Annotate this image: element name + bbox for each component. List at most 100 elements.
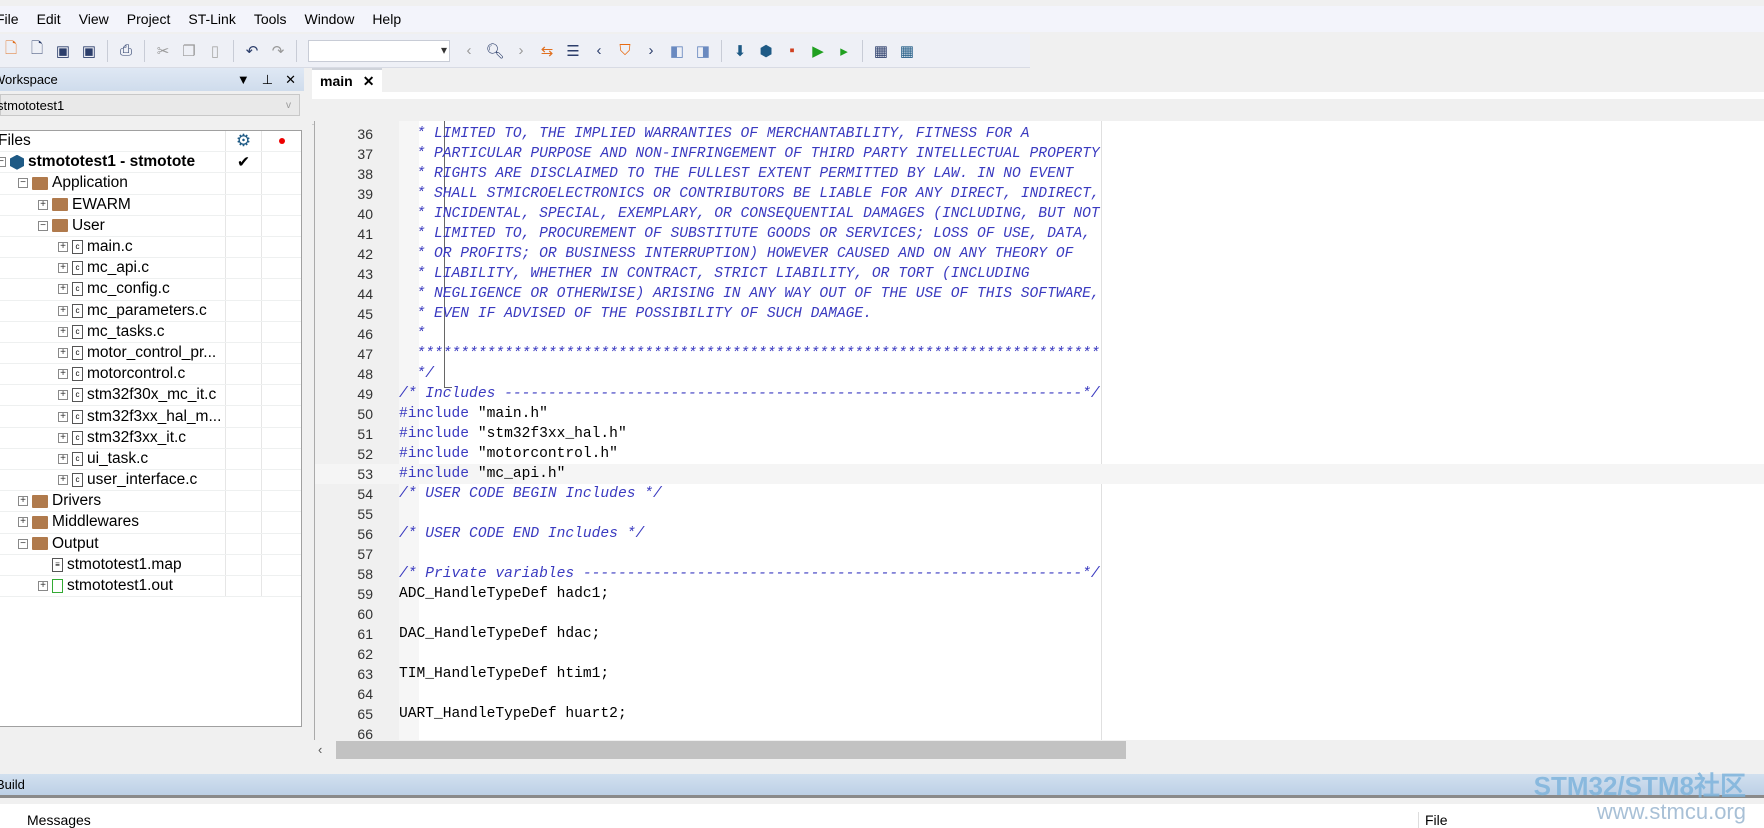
code-line[interactable]: 55 — [315, 504, 1764, 524]
menu-st-link[interactable]: ST-Link — [179, 11, 244, 27]
column-file[interactable]: File — [1418, 812, 1448, 828]
layout-icon[interactable]: ▦ — [870, 40, 892, 62]
close-tab-icon[interactable]: ✕ — [363, 73, 375, 90]
code-line[interactable]: 53 #include "mc_api.h" — [315, 464, 1764, 484]
code-line[interactable]: 48 */ — [315, 364, 1764, 384]
new-file-icon[interactable]: 🗋 — [0, 40, 22, 62]
tree-item[interactable]: − stmototest1 - stmotote ✔ — [0, 152, 301, 174]
make-icon[interactable]: ⬢ — [755, 40, 777, 62]
code-line[interactable]: 43 * LIABILITY, WHETHER IN CONTRACT, STR… — [315, 264, 1764, 284]
tree-item[interactable]: + c stm32f3xx_hal_m... — [0, 406, 301, 428]
nav-forward-icon[interactable]: ◨ — [692, 40, 714, 62]
code-line[interactable]: 54 /* USER CODE BEGIN Includes */ — [315, 484, 1764, 504]
expand-icon[interactable]: + — [58, 432, 68, 443]
collapse-icon[interactable]: − — [0, 157, 6, 168]
code-line[interactable]: 47 *************************************… — [315, 344, 1764, 364]
code-line[interactable]: 59 ADC_HandleTypeDef hadc1; — [315, 584, 1764, 604]
tree-item[interactable]: − User — [0, 215, 301, 237]
expand-icon[interactable]: + — [58, 263, 68, 274]
copy-icon[interactable]: ❐ — [178, 40, 200, 62]
save-icon[interactable]: ▣ — [52, 40, 74, 62]
scrollbar-thumb[interactable] — [336, 741, 1126, 759]
goto-line-icon[interactable]: ☰ — [562, 40, 584, 62]
close-icon[interactable]: ✕ — [285, 72, 296, 88]
expand-icon[interactable]: + — [58, 242, 68, 253]
paste-icon[interactable]: ▯ — [204, 40, 226, 62]
code-line[interactable]: 40 * INCIDENTAL, SPECIAL, EXEMPLARY, OR … — [315, 204, 1764, 224]
tree-item[interactable]: − Application — [0, 173, 301, 195]
menu-file[interactable]: File — [0, 11, 28, 27]
swap-icon[interactable]: ⇆ — [536, 40, 558, 62]
search-icon[interactable]: 🔍︎ — [484, 40, 506, 62]
tree-item[interactable]: ≡ stmototest1.map — [0, 554, 301, 576]
code-line[interactable]: 44 * NEGLIGENCE OR OTHERWISE) ARISING IN… — [315, 284, 1764, 304]
print-icon[interactable]: ⎙ — [115, 40, 137, 62]
collapse-icon[interactable]: − — [18, 178, 28, 189]
tree-item[interactable]: + Drivers — [0, 491, 301, 513]
menu-window[interactable]: Window — [296, 11, 364, 27]
collapse-icon[interactable]: − — [18, 538, 28, 549]
horizontal-scrollbar[interactable]: ‹ — [314, 740, 1764, 760]
tab-main[interactable]: main ✕ — [312, 68, 383, 92]
open-file-icon[interactable]: 🗋 — [26, 40, 48, 62]
code-line[interactable]: 41 * LIMITED TO, PROCUREMENT OF SUBSTITU… — [315, 224, 1764, 244]
expand-icon[interactable]: + — [58, 411, 68, 422]
tree-item[interactable]: + c main.c — [0, 236, 301, 259]
column-messages[interactable]: Messages — [27, 812, 91, 828]
expand-icon[interactable]: + — [58, 475, 68, 486]
next-bookmark-icon[interactable]: › — [640, 40, 662, 62]
configuration-select[interactable]: stmototest1 v — [0, 94, 300, 116]
code-line[interactable]: 45 * EVEN IF ADVISED OF THE POSSIBILITY … — [315, 304, 1764, 324]
menu-view[interactable]: View — [70, 11, 118, 27]
code-line[interactable]: 42 * OR PROFITS; OR BUSINESS INTERRUPTIO… — [315, 244, 1764, 264]
code-editor[interactable]: 36 * LIMITED TO, THE IMPLIED WARRANTIES … — [314, 121, 1764, 740]
pin-icon[interactable]: ⊥ — [262, 72, 273, 88]
download-debug-icon[interactable]: ▶ — [807, 40, 829, 62]
code-line[interactable]: 46 * — [315, 324, 1764, 344]
tree-item[interactable]: + c mc_parameters.c — [0, 300, 301, 322]
debug-no-download-icon[interactable]: ▸ — [833, 40, 855, 62]
chevron-left-icon[interactable]: ‹ — [458, 40, 480, 62]
cut-icon[interactable]: ✂ — [152, 40, 174, 62]
code-line[interactable]: 56 /* USER CODE END Includes */ — [315, 524, 1764, 544]
menu-help[interactable]: Help — [363, 11, 410, 27]
collapse-icon[interactable]: − — [38, 220, 48, 231]
expand-icon[interactable]: + — [58, 453, 68, 464]
menu-edit[interactable]: Edit — [28, 11, 70, 27]
dropdown-icon[interactable]: ▼ — [237, 72, 250, 88]
code-line[interactable]: 38 * RIGHTS ARE DISCLAIMED TO THE FULLES… — [315, 164, 1764, 184]
code-line[interactable]: 50 #include "main.h" — [315, 404, 1764, 424]
expand-icon[interactable]: + — [18, 517, 28, 528]
tree-item[interactable]: + c mc_api.c — [0, 258, 301, 280]
tree-item[interactable]: + Middlewares — [0, 512, 301, 534]
tree-item[interactable]: + c motorcontrol.c — [0, 364, 301, 386]
code-line[interactable]: 49 /* Includes --------------------------… — [315, 384, 1764, 404]
tree-item[interactable]: + c mc_config.c — [0, 279, 301, 301]
code-line[interactable]: 61 DAC_HandleTypeDef hdac; — [315, 624, 1764, 644]
bookmark-icon[interactable]: ⛉ — [614, 40, 636, 62]
prev-bookmark-icon[interactable]: ‹ — [588, 40, 610, 62]
tree-item[interactable]: + c motor_control_pr... — [0, 342, 301, 365]
code-line[interactable]: 57 — [315, 544, 1764, 564]
code-line[interactable]: 62 — [315, 644, 1764, 664]
expand-icon[interactable]: + — [38, 199, 48, 210]
code-line[interactable]: 66 — [315, 724, 1764, 740]
code-line[interactable]: 60 — [315, 604, 1764, 624]
undo-icon[interactable]: ↶ — [241, 40, 263, 62]
expand-icon[interactable]: + — [38, 581, 48, 592]
tree-item[interactable]: + c stm32f30x_mc_it.c — [0, 385, 301, 407]
code-line[interactable]: 65 UART_HandleTypeDef huart2; — [315, 704, 1764, 724]
layout-add-icon[interactable]: ▦ — [896, 40, 918, 62]
tree-item[interactable]: + c user_interface.c — [0, 470, 301, 492]
code-line[interactable]: 52 #include "motorcontrol.h" — [315, 444, 1764, 464]
stop-build-icon[interactable]: ▪ — [781, 40, 803, 62]
expand-icon[interactable]: + — [58, 305, 68, 316]
tree-item[interactable]: − Output — [0, 533, 301, 555]
expand-icon[interactable]: + — [58, 390, 68, 401]
gear-icon[interactable]: ⚙ — [225, 131, 261, 152]
save-all-icon[interactable]: ▣ — [78, 40, 100, 62]
redo-icon[interactable]: ↷ — [267, 40, 289, 62]
code-line[interactable]: 51 #include "stm32f3xx_hal.h" — [315, 424, 1764, 444]
expand-icon[interactable]: + — [58, 369, 68, 380]
code-line[interactable]: 64 — [315, 684, 1764, 704]
